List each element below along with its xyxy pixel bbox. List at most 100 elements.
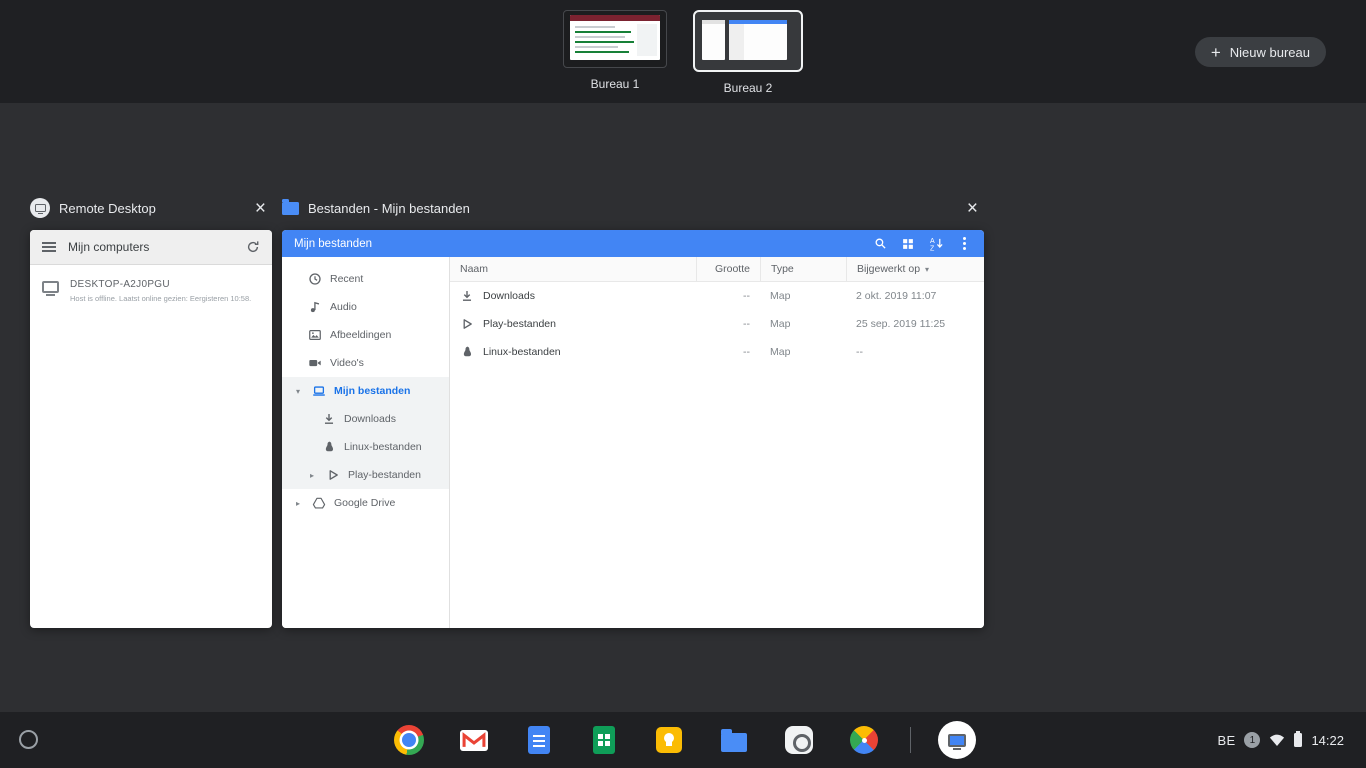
grid-view-icon <box>903 238 913 249</box>
keyboard-layout-indicator[interactable]: BE <box>1218 733 1236 748</box>
gmail-shelf-button[interactable] <box>455 721 493 759</box>
keep-icon <box>656 727 682 753</box>
sidebar-item-mijn-bestanden[interactable]: ▾ Mijn bestanden <box>282 377 449 405</box>
files-window-preview[interactable]: Mijn bestanden A Z Recent Audio Afbeeldi… <box>282 230 984 628</box>
image-icon <box>308 328 322 342</box>
menu-icon[interactable] <box>42 241 56 253</box>
sidebar-item-play-bestanden[interactable]: ▸ Play-bestanden <box>282 461 449 489</box>
linux-icon <box>460 345 474 359</box>
photos-shelf-button[interactable] <box>845 721 883 759</box>
docs-shelf-button[interactable] <box>520 721 558 759</box>
download-icon <box>460 289 474 303</box>
desk-bureau-1[interactable]: Bureau 1 <box>563 10 667 95</box>
sidebar-item-audio[interactable]: Audio <box>282 293 449 321</box>
sidebar-item-recent[interactable]: Recent <box>282 265 449 293</box>
desk-2-thumbnail[interactable] <box>693 10 803 72</box>
sheets-icon <box>593 726 615 754</box>
svg-text:Z: Z <box>929 246 934 251</box>
column-header-type[interactable]: Type <box>760 257 846 281</box>
kebab-menu-icon <box>962 242 966 245</box>
refresh-icon <box>247 241 259 253</box>
desk-1-thumbnail[interactable] <box>563 10 667 68</box>
camera-icon <box>785 726 813 754</box>
remote-computer-item[interactable]: DESKTOP-A2J0PGU Host is offline. Laatst … <box>30 265 272 317</box>
laptop-icon <box>312 384 326 398</box>
remote-desktop-shelf-button[interactable] <box>938 721 976 759</box>
column-header-bijgewerkt-op[interactable]: Bijgewerkt op ▾ <box>846 257 984 281</box>
sidebar-item-google-drive[interactable]: ▸ Google Drive <box>282 489 449 517</box>
new-desk-label: Nieuw bureau <box>1229 44 1310 60</box>
plus-icon: + <box>1210 42 1221 62</box>
files-main: Recent Audio Afbeeldingen Video's ▾ Mijn… <box>282 257 984 628</box>
files-toolbar-title: Mijn bestanden <box>294 237 372 250</box>
download-icon <box>322 412 336 426</box>
sidebar-item-downloads[interactable]: Downloads <box>282 405 449 433</box>
video-icon <box>308 356 322 370</box>
files-window-titlebar: Bestanden - Mijn bestanden × <box>282 194 984 222</box>
my-files-group: ▾ Mijn bestanden Downloads Linux-bestand… <box>282 377 449 489</box>
clock-icon <box>308 272 322 286</box>
computer-info: DESKTOP-A2J0PGU Host is offline. Laatst … <box>70 279 251 303</box>
status-tray[interactable]: BE 1 14:22 <box>1208 722 1355 758</box>
battery-icon <box>1294 731 1303 747</box>
desk-2-label: Bureau 2 <box>723 81 773 95</box>
column-header-naam[interactable]: Naam <box>450 257 696 281</box>
view-toggle-button[interactable] <box>894 232 922 255</box>
remote-desktop-icon <box>948 733 966 750</box>
files-shelf-button[interactable] <box>715 721 753 759</box>
sidebar-item-linux-bestanden[interactable]: Linux-bestanden <box>282 433 449 461</box>
photos-icon <box>850 726 878 754</box>
remote-window-preview[interactable]: Mijn computers DESKTOP-A2J0PGU Host is o… <box>30 230 272 628</box>
desk-1-preview-window <box>570 15 660 60</box>
computer-icon <box>42 281 59 296</box>
chrome-shelf-button[interactable] <box>390 721 428 759</box>
chevron-right-icon[interactable]: ▸ <box>292 499 304 508</box>
file-row-linux-bestanden[interactable]: Linux-bestanden -- Map -- <box>450 338 984 366</box>
search-button[interactable] <box>866 232 894 255</box>
camera-shelf-button[interactable] <box>780 721 818 759</box>
sidebar-item-afbeeldingen[interactable]: Afbeeldingen <box>282 321 449 349</box>
new-desk-button[interactable]: + Nieuw bureau <box>1194 37 1326 67</box>
svg-text:A: A <box>929 238 934 245</box>
keep-shelf-button[interactable] <box>650 721 688 759</box>
files-window-title: Bestanden - Mijn bestanden <box>308 200 470 216</box>
audio-icon <box>308 300 322 314</box>
files-icon <box>721 728 747 752</box>
desk-2-preview-window-right <box>729 20 787 60</box>
sheets-shelf-button[interactable] <box>585 721 623 759</box>
refresh-button[interactable] <box>246 240 260 254</box>
remote-window-titlebar: Remote Desktop × <box>30 194 272 222</box>
computer-name: DESKTOP-A2J0PGU <box>70 279 170 290</box>
file-row-play-bestanden[interactable]: Play-bestanden -- Map 25 sep. 2019 11:25 <box>450 310 984 338</box>
remote-toolbar: Mijn computers <box>30 230 272 265</box>
files-file-list: Naam Grootte Type Bijgewerkt op ▾ Downlo… <box>450 257 984 628</box>
chevron-right-icon[interactable]: ▸ <box>306 471 318 480</box>
gmail-icon <box>460 729 488 751</box>
close-files-window-button[interactable]: × <box>961 199 984 218</box>
computer-status: Host is offline. Laatst online gezien: E… <box>70 294 252 303</box>
desk-bureau-2[interactable]: Bureau 2 <box>693 10 803 95</box>
remote-desktop-app-icon <box>30 198 50 218</box>
window-files[interactable]: Bestanden - Mijn bestanden × Mijn bestan… <box>282 194 984 628</box>
files-toolbar: Mijn bestanden A Z <box>282 230 984 257</box>
close-remote-window-button[interactable]: × <box>249 199 272 218</box>
sort-direction-icon: ▾ <box>925 264 930 274</box>
desk-1-label: Bureau 1 <box>590 77 640 91</box>
window-remote-desktop[interactable]: Remote Desktop × Mijn computers DESKTOP-… <box>30 194 272 628</box>
chevron-down-icon[interactable]: ▾ <box>292 387 304 396</box>
wifi-icon <box>1270 734 1285 746</box>
sort-button[interactable]: A Z <box>922 232 950 255</box>
shelf: BE 1 14:22 <box>0 712 1366 768</box>
files-toolbar-actions: A Z <box>866 232 978 255</box>
desk-2-preview-window-left <box>702 20 725 60</box>
column-header-grootte[interactable]: Grootte <box>696 257 760 281</box>
file-list-header: Naam Grootte Type Bijgewerkt op ▾ <box>450 257 984 282</box>
notification-count-badge[interactable]: 1 <box>1244 732 1261 748</box>
files-app-icon <box>282 198 299 215</box>
remote-toolbar-title: Mijn computers <box>68 240 150 254</box>
more-options-button[interactable] <box>950 232 978 255</box>
search-icon <box>875 238 886 249</box>
play-icon <box>460 317 474 331</box>
sidebar-item-videos[interactable]: Video's <box>282 349 449 377</box>
file-row-downloads[interactable]: Downloads -- Map 2 okt. 2019 11:07 <box>450 282 984 310</box>
